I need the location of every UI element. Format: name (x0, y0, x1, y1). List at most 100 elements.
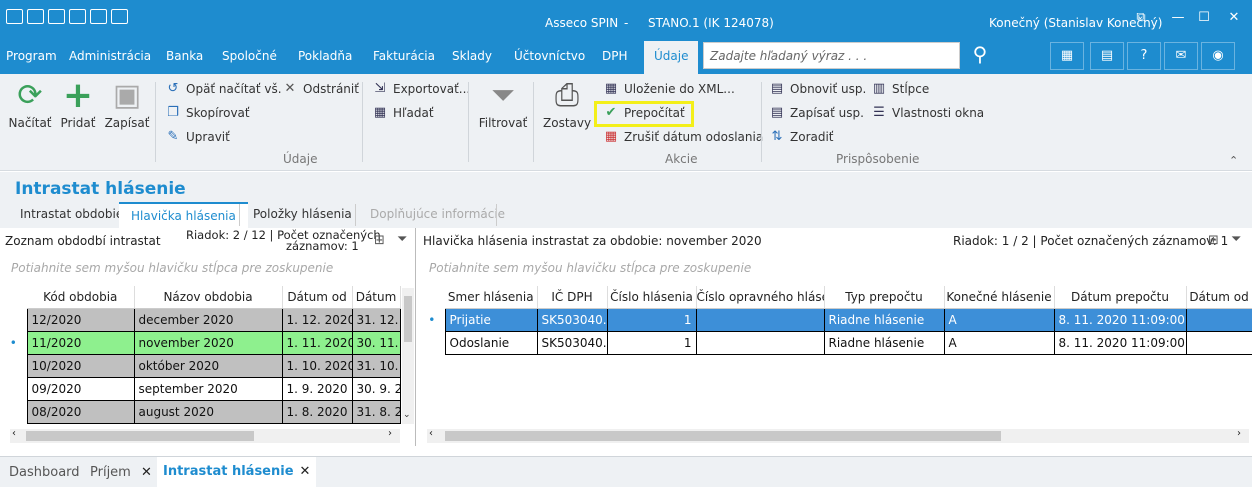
cell[interactable]: 8. 11. 2020 11:09:00 (1053, 330, 1187, 355)
cell[interactable]: 31. 8. 20 (351, 399, 401, 424)
filter-icon[interactable]: ⏷ (1231, 232, 1241, 247)
collapse-ribbon-icon[interactable]: ⌃ (1229, 154, 1238, 167)
filtrovat-button[interactable]: ⏷ Filtrovať (478, 78, 528, 131)
scroll-down-icon[interactable]: ⌄ (403, 410, 411, 420)
scroll-thumb[interactable] (26, 431, 254, 441)
cell[interactable]: 30. 11. 2 (351, 330, 401, 355)
minimize-icon[interactable]: — (1170, 10, 1186, 26)
cell[interactable] (1185, 307, 1252, 332)
pridat-button[interactable]: + Pridať (58, 78, 98, 131)
cell[interactable] (1185, 330, 1252, 355)
restore-icon[interactable]: ⧉ (1133, 10, 1149, 26)
close-icon[interactable]: ✕ (1226, 10, 1242, 26)
col-datum-do[interactable]: Dátum (352, 286, 401, 309)
col-nazov-obdobia[interactable]: Názov obdobia (134, 286, 283, 309)
eye-icon[interactable]: ◉ (1201, 42, 1235, 70)
col-ic-dph[interactable]: IČ DPH (537, 286, 608, 309)
clipboard-icon[interactable]: ▤ (1090, 42, 1124, 70)
print-preview-icon[interactable] (111, 9, 128, 24)
left-horizontal-scrollbar[interactable]: ‹ › (10, 428, 400, 443)
doc-tab-prijem[interactable]: Príjem (90, 465, 131, 480)
cell[interactable]: Riadne hlásenie (823, 330, 945, 355)
cell[interactable] (695, 307, 825, 332)
cell[interactable]: SK503040... (536, 330, 608, 355)
cell[interactable]: Prijatie (444, 307, 538, 332)
doc-tab-intrastat-hlasenie[interactable]: Intrastat hlásenie ✕ (157, 457, 317, 488)
search-input[interactable]: Zadajte hľadaný výraz . . . (703, 42, 960, 69)
cell[interactable]: október 2020 (133, 353, 283, 378)
layout-icon[interactable]: ▦ (1050, 42, 1084, 70)
cell[interactable]: 30. 9. 20 (351, 376, 401, 401)
stlpce-button[interactable]: ▥ Stĺpce (871, 81, 929, 97)
table-row[interactable]: • 11/2020 november 2020 1. 11. 2020 30. … (0, 330, 401, 355)
right-horizontal-scrollbar[interactable]: ‹ › (427, 428, 1249, 443)
filter-icon[interactable]: ⏷ (397, 232, 407, 247)
scroll-right-icon[interactable]: › (388, 428, 392, 439)
cell[interactable]: 10/2020 (26, 353, 135, 378)
cell[interactable]: 09/2020 (26, 376, 135, 401)
columns-chooser-icon[interactable]: ⊞ (1208, 233, 1219, 248)
menu-dph[interactable]: DPH (602, 49, 628, 63)
cell[interactable]: SK503040... (536, 307, 608, 332)
col-smer-hlasenia[interactable]: Smer hlásenia (445, 286, 538, 309)
cell[interactable]: A (943, 307, 1055, 332)
menu-pokladna[interactable]: Pokladňa (298, 49, 352, 63)
help-icon[interactable]: ? (1127, 42, 1161, 70)
cell[interactable]: 1. 9. 2020 (281, 376, 353, 401)
cell[interactable]: 12/2020 (26, 307, 135, 332)
menu-administracia[interactable]: Administrácia (69, 49, 151, 63)
zoradit-button[interactable]: ⇅ Zoradiť (769, 129, 834, 145)
left-vertical-scrollbar[interactable]: ⌄ (402, 288, 414, 424)
zrusit-datum-button[interactable]: ▦ Zrušiť dátum odoslania (603, 129, 763, 145)
cell[interactable]: 1 (606, 307, 697, 332)
col-datum-od[interactable]: Dátum od (1186, 286, 1252, 309)
scroll-left-icon[interactable]: ‹ (429, 428, 433, 439)
menu-banka[interactable]: Banka (166, 49, 203, 63)
col-cislo-hlasenia[interactable]: Číslo hlásenia (607, 286, 697, 309)
menu-udaje[interactable]: Údaje (644, 41, 699, 74)
scroll-right-icon[interactable]: › (1237, 428, 1241, 439)
mail-icon[interactable]: ✉ (1164, 42, 1198, 70)
cell[interactable]: august 2020 (133, 399, 283, 424)
exportovat-button[interactable]: ⇲ Exportovať... (372, 81, 471, 97)
window-icon[interactable] (6, 9, 23, 24)
table-row[interactable]: 12/2020 december 2020 1. 12. 2020 31. 12… (0, 307, 401, 332)
menu-sklady[interactable]: Sklady (452, 49, 492, 63)
menu-uctovnictvo[interactable]: Účtovníctvo (514, 49, 585, 63)
zapisat-usp-button[interactable]: ▤ Zapísať usp. (769, 105, 864, 121)
tab-polozky-hlasenia[interactable]: Položky hlásenia (253, 207, 352, 221)
hladat-button[interactable]: ▦ Hľadať (372, 105, 434, 121)
cell[interactable]: 31. 12. 2 (351, 307, 401, 332)
cell[interactable]: september 2020 (133, 376, 283, 401)
cell[interactable]: 1. 12. 2020 (281, 307, 353, 332)
close-icon[interactable]: ✕ (141, 465, 152, 480)
cell[interactable]: 31. 10. 2 (351, 353, 401, 378)
zostavy-button[interactable]: ⎙ Zostavy (543, 78, 591, 131)
cell[interactable]: 1 (606, 330, 697, 355)
opat-nacitat-button[interactable]: ↺ Opäť načítať vš. (165, 81, 282, 97)
tab-intrastat-obdobie[interactable]: Intrastat obdobie (20, 207, 123, 221)
col-datum-prepoctu[interactable]: Dátum prepočtu (1054, 286, 1187, 309)
menu-spolocne[interactable]: Spoločné (222, 49, 277, 63)
columns-chooser-icon[interactable]: ⊞ (374, 233, 385, 248)
vlastnosti-button[interactable]: ☰ Vlastnosti okna (871, 105, 984, 121)
search-icon[interactable]: ⚲ (962, 41, 998, 69)
maximize-icon[interactable]: ☐ (1196, 10, 1212, 26)
col-typ-prepoctu[interactable]: Typ prepočtu (824, 286, 945, 309)
ulozenie-xml-button[interactable]: ▦ Uloženie do XML... (603, 81, 735, 97)
cell[interactable] (695, 330, 825, 355)
image-icon[interactable] (69, 9, 86, 24)
col-kod-obdobia[interactable]: Kód obdobia (27, 286, 135, 309)
table-row[interactable]: • Prijatie SK503040... 1 Riadne hlásenie… (419, 307, 1252, 332)
cell[interactable]: 8. 11. 2020 11:09:00 (1053, 307, 1187, 332)
obnovit-usp-button[interactable]: ▤ Obnoviť usp. (769, 81, 866, 97)
odstranit-button[interactable]: ✕ Odstrániť (282, 81, 359, 97)
scroll-left-icon[interactable]: ‹ (12, 428, 16, 439)
table-row[interactable]: Odoslanie SK503040... 1 Riadne hlásenie … (419, 330, 1252, 355)
col-cislo-opravneho[interactable]: Číslo opravného hláse (696, 286, 825, 309)
scroll-thumb[interactable] (404, 296, 412, 342)
cell[interactable]: 11/2020 (26, 330, 135, 355)
pdf-icon[interactable] (48, 9, 65, 24)
table-row[interactable]: 09/2020 september 2020 1. 9. 2020 30. 9.… (0, 376, 401, 401)
col-konecne-hlasenie[interactable]: Konečné hlásenie (944, 286, 1055, 309)
